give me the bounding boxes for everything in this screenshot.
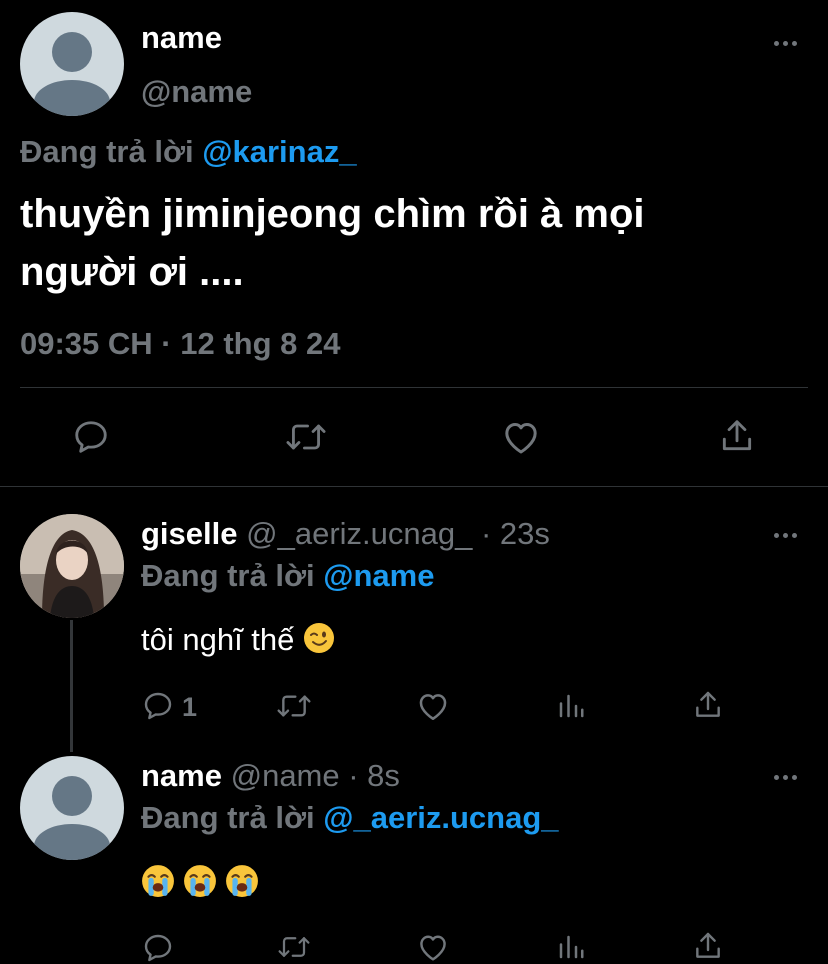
replying-to-prefix: Đang trả lời bbox=[141, 800, 315, 835]
retweet-icon[interactable] bbox=[284, 418, 328, 456]
avatar[interactable] bbox=[20, 756, 124, 860]
thread-line bbox=[70, 620, 73, 752]
reply-icon[interactable] bbox=[72, 418, 110, 456]
tweet-timestamp[interactable]: 09:35 CH · 12 thg 8 24 bbox=[20, 326, 340, 362]
loudly-crying-face-emoji bbox=[183, 864, 217, 903]
replying-to-line: Đang trả lời @karinaz_ bbox=[20, 134, 357, 170]
retweet-icon[interactable] bbox=[275, 690, 313, 722]
reply-header: name @name · 8s bbox=[141, 758, 400, 794]
reply-time[interactable]: · 23s bbox=[481, 516, 550, 551]
reply-icon[interactable] bbox=[142, 690, 174, 722]
analytics-icon[interactable] bbox=[556, 932, 586, 962]
reply-text bbox=[141, 864, 259, 903]
share-icon[interactable] bbox=[718, 416, 756, 456]
reply-count: 1 bbox=[182, 692, 198, 722]
heart-icon[interactable] bbox=[416, 690, 450, 722]
heart-icon[interactable] bbox=[501, 418, 541, 456]
reply-text: tôi nghĩ thế bbox=[141, 622, 335, 662]
avatar[interactable] bbox=[20, 12, 124, 116]
winking-face-emoji bbox=[303, 622, 335, 662]
replying-to-prefix: Đang trả lời bbox=[20, 134, 194, 169]
author-display-name[interactable]: name bbox=[141, 758, 222, 793]
loudly-crying-face-emoji bbox=[225, 864, 259, 903]
replying-to-line: Đang trả lời @_aeriz.ucnag_ bbox=[141, 800, 559, 836]
tweet-text-line-2: người ơi .... bbox=[20, 250, 244, 294]
share-icon[interactable] bbox=[692, 688, 724, 722]
section-divider bbox=[0, 486, 828, 487]
author-display-name[interactable]: giselle bbox=[141, 516, 238, 551]
replying-to-link[interactable]: @karinaz_ bbox=[202, 134, 356, 169]
tweet-text-line-1: thuyền jiminjeong chìm rồi à mọi bbox=[20, 192, 645, 236]
share-icon[interactable] bbox=[692, 930, 724, 962]
author-handle[interactable]: @_aeriz.ucnag_ bbox=[246, 516, 472, 551]
more-options-icon[interactable] bbox=[774, 533, 797, 538]
reply-time[interactable]: · 8s bbox=[348, 758, 400, 793]
more-options-icon[interactable] bbox=[774, 41, 797, 46]
divider bbox=[20, 387, 808, 388]
heart-icon[interactable] bbox=[416, 932, 450, 962]
replying-to-link[interactable]: @_aeriz.ucnag_ bbox=[323, 800, 558, 835]
replying-to-line: Đang trả lời @name bbox=[141, 558, 434, 594]
reply-text-content: tôi nghĩ thế bbox=[141, 622, 295, 658]
author-handle[interactable]: @name bbox=[231, 758, 340, 793]
analytics-icon[interactable] bbox=[556, 690, 586, 722]
reply-icon[interactable] bbox=[142, 932, 174, 964]
author-handle[interactable]: @name bbox=[141, 74, 252, 110]
more-options-icon[interactable] bbox=[774, 775, 797, 780]
reply-header: giselle @_aeriz.ucnag_ · 23s bbox=[141, 516, 550, 552]
retweet-icon[interactable] bbox=[275, 932, 313, 962]
loudly-crying-face-emoji bbox=[141, 864, 175, 903]
replying-to-link[interactable]: @name bbox=[323, 558, 434, 593]
replying-to-prefix: Đang trả lời bbox=[141, 558, 315, 593]
avatar[interactable] bbox=[20, 514, 124, 618]
author-display-name[interactable]: name bbox=[141, 20, 222, 56]
